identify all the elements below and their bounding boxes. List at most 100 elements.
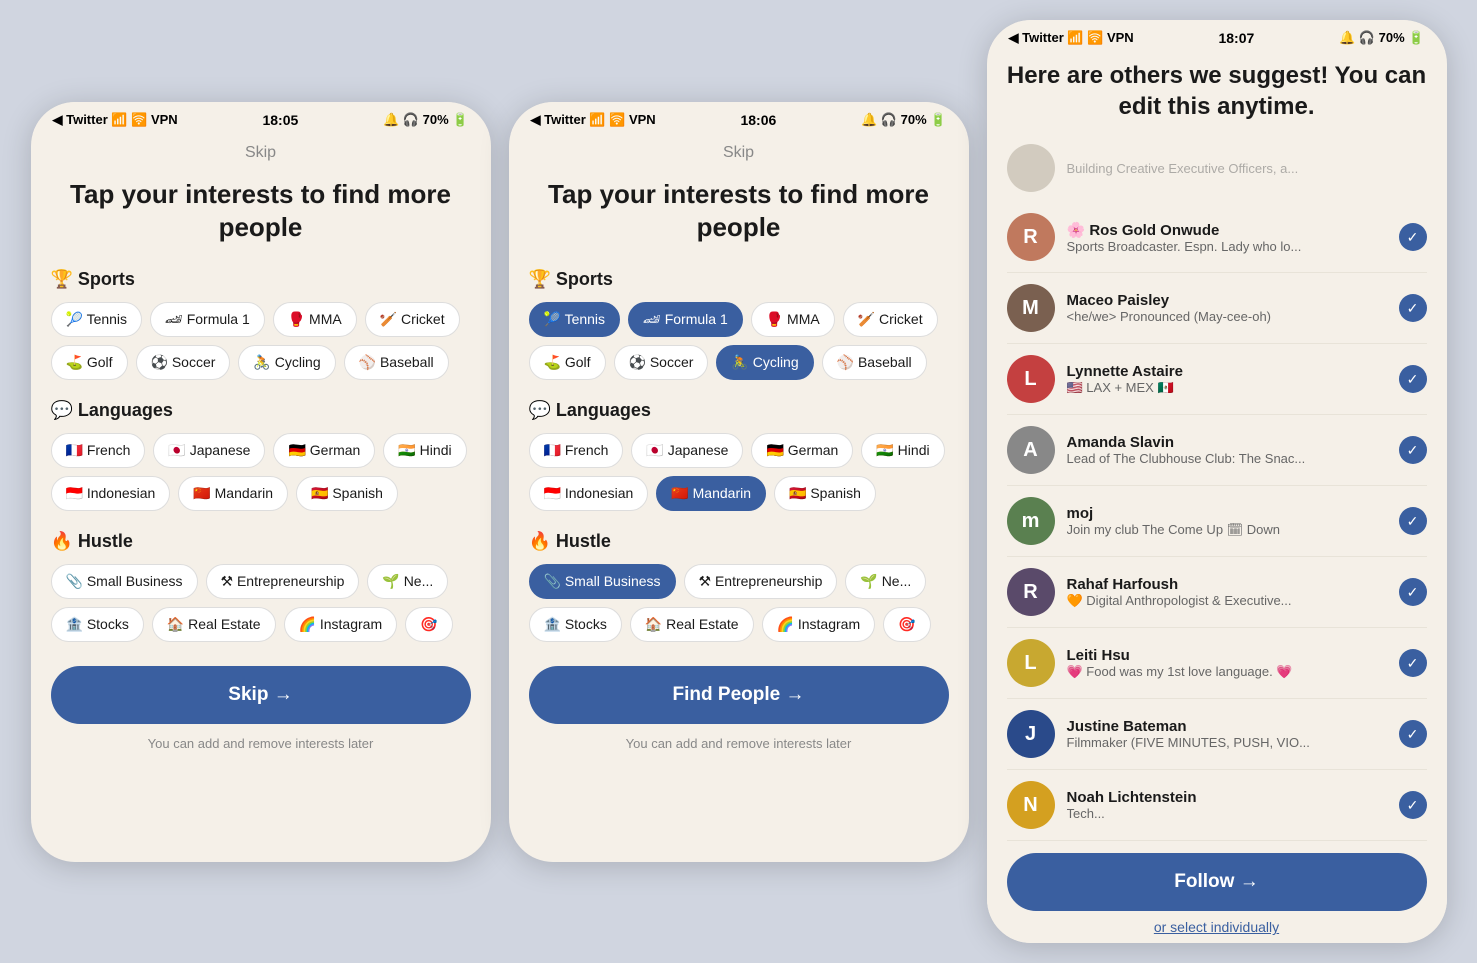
tag-small-business-2[interactable]: 📎 Small Business xyxy=(529,564,676,599)
person-name: Amanda Slavin xyxy=(1067,434,1387,451)
tag-ne-1[interactable]: 🌱 Ne... xyxy=(367,564,448,599)
status-time-2: 18:06 xyxy=(740,112,776,128)
follow-button[interactable]: Follow → xyxy=(1007,853,1427,911)
phone-screen-2: ◀ Twitter 📶 🛜 VPN 18:06 🔔 🎧 70% 🔋 Skip T… xyxy=(509,102,969,862)
tag-german-1[interactable]: 🇩🇪 German xyxy=(273,433,375,468)
tag-formula1-1[interactable]: 🏎 Formula 1 xyxy=(150,302,265,337)
tag-cycling-2[interactable]: 🚴 Cycling xyxy=(716,345,813,380)
status-time-1: 18:05 xyxy=(262,112,298,128)
tag-indonesian-1[interactable]: 🇮🇩 Indonesian xyxy=(51,476,171,511)
category-sports-1: 🏆 Sports 🎾 Tennis 🏎 Formula 1 🥊 MMA 🏏 Cr… xyxy=(51,269,471,380)
tag-mandarin-1[interactable]: 🇨🇳 Mandarin xyxy=(178,476,288,511)
tag-cycling-1[interactable]: 🚴 Cycling xyxy=(238,345,335,380)
tag-french-2[interactable]: 🇫🇷 French xyxy=(529,433,624,468)
person-info: Rahaf Harfoush🧡 Digital Anthropologist &… xyxy=(1067,576,1387,609)
select-individually-link[interactable]: or select individually xyxy=(1154,919,1279,935)
hustle-tags-row2-2: 🏦 Stocks 🏠 Real Estate 🌈 Instagram 🎯 xyxy=(529,607,949,642)
tag-japanese-2[interactable]: 🇯🇵 Japanese xyxy=(631,433,743,468)
person-name: 🌸 Ros Gold Onwude xyxy=(1067,221,1387,239)
check-icon[interactable]: ✓ xyxy=(1399,791,1427,819)
tag-formula1-2[interactable]: 🏎 Formula 1 xyxy=(628,302,743,337)
person-item[interactable]: LLeiti Hsu💗 Food was my 1st love languag… xyxy=(1007,628,1427,699)
skip-action-button-1[interactable]: Skip → xyxy=(51,666,471,724)
person-item[interactable]: NNoah LichtensteinTech...✓ xyxy=(1007,770,1427,841)
person-info: Maceo Paisley<he/we> Pronounced (May-cee… xyxy=(1067,292,1387,324)
tag-mma-1[interactable]: 🥊 MMA xyxy=(273,302,357,337)
person-item[interactable]: RRahaf Harfoush🧡 Digital Anthropologist … xyxy=(1007,557,1427,628)
tag-ne-2[interactable]: 🌱 Ne... xyxy=(845,564,926,599)
languages-tags-row2-1: 🇮🇩 Indonesian 🇨🇳 Mandarin 🇪🇸 Spanish xyxy=(51,476,471,511)
truncated-text: Building Creative Executive Officers, a.… xyxy=(1067,161,1299,176)
tag-entrepreneurship-2[interactable]: ⚒ Entrepreneurship xyxy=(684,564,838,599)
main-title-1: Tap your interests to find more people xyxy=(51,178,471,246)
person-list: R🌸 Ros Gold OnwudeSports Broadcaster. Es… xyxy=(1007,202,1427,841)
tag-tennis-2[interactable]: 🎾 Tennis xyxy=(529,302,621,337)
status-bar-3: ◀ Twitter 📶 🛜 VPN 18:07 🔔 🎧 70% 🔋 xyxy=(987,20,1447,52)
tag-entrepreneurship-1[interactable]: ⚒ Entrepreneurship xyxy=(206,564,360,599)
person-info: Lynnette Astaire🇺🇸 LAX + MEX 🇲🇽 xyxy=(1067,363,1387,396)
tag-instagram-1[interactable]: 🌈 Instagram xyxy=(284,607,398,642)
category-title-sports-2: 🏆 Sports xyxy=(529,269,949,290)
check-icon[interactable]: ✓ xyxy=(1399,223,1427,251)
person-item[interactable]: mmojJoin my club The Come Up 🗓 Down✓ xyxy=(1007,486,1427,557)
languages-tags-row1-1: 🇫🇷 French 🇯🇵 Japanese 🇩🇪 German 🇮🇳 Hindi xyxy=(51,433,471,468)
skip-button-2[interactable]: Skip xyxy=(723,144,754,162)
tag-japanese-1[interactable]: 🇯🇵 Japanese xyxy=(153,433,265,468)
status-right-1: 🔔 🎧 70% 🔋 xyxy=(383,112,468,128)
tag-more-1[interactable]: 🎯 xyxy=(405,607,452,642)
tag-german-2[interactable]: 🇩🇪 German xyxy=(751,433,853,468)
check-icon[interactable]: ✓ xyxy=(1399,578,1427,606)
status-bar-2: ◀ Twitter 📶 🛜 VPN 18:06 🔔 🎧 70% 🔋 xyxy=(509,102,969,134)
person-item[interactable]: AAmanda SlavinLead of The Clubhouse Club… xyxy=(1007,415,1427,486)
check-icon[interactable]: ✓ xyxy=(1399,294,1427,322)
person-item[interactable]: MMaceo Paisley<he/we> Pronounced (May-ce… xyxy=(1007,273,1427,344)
tag-baseball-2[interactable]: ⚾ Baseball xyxy=(822,345,927,380)
avatar: N xyxy=(1007,781,1055,829)
person-info: Justine BatemanFilmmaker (FIVE MINUTES, … xyxy=(1067,718,1387,750)
person-item[interactable]: LLynnette Astaire🇺🇸 LAX + MEX 🇲🇽✓ xyxy=(1007,344,1427,415)
hint-text-2: You can add and remove interests later xyxy=(626,736,852,751)
status-left-2: ◀ Twitter 📶 🛜 VPN xyxy=(531,112,656,128)
check-icon[interactable]: ✓ xyxy=(1399,649,1427,677)
tag-instagram-2[interactable]: 🌈 Instagram xyxy=(762,607,876,642)
tag-more-2[interactable]: 🎯 xyxy=(883,607,930,642)
person-bio: 💗 Food was my 1st love language. 💗 xyxy=(1067,664,1387,680)
check-icon[interactable]: ✓ xyxy=(1399,720,1427,748)
skip-button-1[interactable]: Skip xyxy=(245,144,276,162)
check-icon[interactable]: ✓ xyxy=(1399,365,1427,393)
tag-golf-1[interactable]: ⛳ Golf xyxy=(51,345,128,380)
check-icon[interactable]: ✓ xyxy=(1399,436,1427,464)
person-name: Noah Lichtenstein xyxy=(1067,789,1387,806)
tag-cricket-1[interactable]: 🏏 Cricket xyxy=(365,302,460,337)
tag-spanish-2[interactable]: 🇪🇸 Spanish xyxy=(774,476,876,511)
tag-realestate-1[interactable]: 🏠 Real Estate xyxy=(152,607,276,642)
tag-stocks-1[interactable]: 🏦 Stocks xyxy=(51,607,144,642)
languages-tags-row2-2: 🇮🇩 Indonesian 🇨🇳 Mandarin 🇪🇸 Spanish xyxy=(529,476,949,511)
tag-tennis-1[interactable]: 🎾 Tennis xyxy=(51,302,143,337)
tag-indonesian-2[interactable]: 🇮🇩 Indonesian xyxy=(529,476,649,511)
tag-cricket-2[interactable]: 🏏 Cricket xyxy=(843,302,938,337)
tag-french-1[interactable]: 🇫🇷 French xyxy=(51,433,146,468)
tag-soccer-1[interactable]: ⚽ Soccer xyxy=(136,345,231,380)
check-icon[interactable]: ✓ xyxy=(1399,507,1427,535)
person-item[interactable]: R🌸 Ros Gold OnwudeSports Broadcaster. Es… xyxy=(1007,202,1427,273)
tag-realestate-2[interactable]: 🏠 Real Estate xyxy=(630,607,754,642)
category-title-sports-1: 🏆 Sports xyxy=(51,269,471,290)
tag-small-business-1[interactable]: 📎 Small Business xyxy=(51,564,198,599)
tag-mma-2[interactable]: 🥊 MMA xyxy=(751,302,835,337)
tag-hindi-2[interactable]: 🇮🇳 Hindi xyxy=(861,433,944,468)
tag-hindi-1[interactable]: 🇮🇳 Hindi xyxy=(383,433,466,468)
avatar: J xyxy=(1007,710,1055,758)
person-item[interactable]: J Justine BatemanFilmmaker (FIVE MINUTES,… xyxy=(1007,699,1427,770)
sports-tags-row1-1: 🎾 Tennis 🏎 Formula 1 🥊 MMA 🏏 Cricket xyxy=(51,302,471,337)
tag-golf-2[interactable]: ⛳ Golf xyxy=(529,345,606,380)
tag-spanish-1[interactable]: 🇪🇸 Spanish xyxy=(296,476,398,511)
tag-baseball-1[interactable]: ⚾ Baseball xyxy=(344,345,449,380)
phone-screen-1: ◀ Twitter 📶 🛜 VPN 18:05 🔔 🎧 70% 🔋 Skip T… xyxy=(31,102,491,862)
tag-stocks-2[interactable]: 🏦 Stocks xyxy=(529,607,622,642)
tag-mandarin-2[interactable]: 🇨🇳 Mandarin xyxy=(656,476,766,511)
hustle-tags-row1-2: 📎 Small Business ⚒ Entrepreneurship 🌱 Ne… xyxy=(529,564,949,599)
tag-soccer-2[interactable]: ⚽ Soccer xyxy=(614,345,709,380)
skip-row-2: Skip xyxy=(529,134,949,178)
find-people-button[interactable]: Find People → xyxy=(529,666,949,724)
